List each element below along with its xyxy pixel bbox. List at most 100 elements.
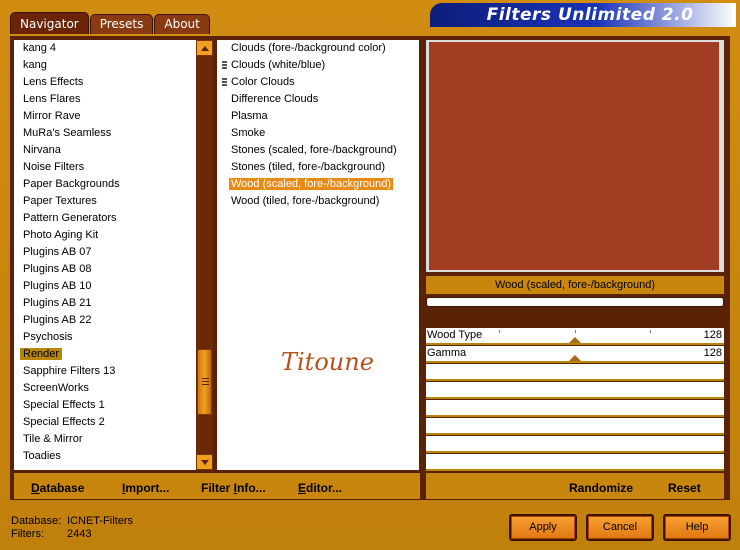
import-label: mport... xyxy=(125,481,170,495)
category-item[interactable]: Paper Backgrounds xyxy=(14,176,196,193)
category-item[interactable]: Mirror Rave xyxy=(14,108,196,125)
category-item[interactable]: Sapphire Filters 13 xyxy=(14,363,196,380)
category-item-label: kang 4 xyxy=(23,42,57,54)
empty-parameter-row xyxy=(426,436,724,453)
tick-mark xyxy=(650,330,651,333)
filter-list[interactable]: Clouds (fore-/background color) Clouds (w… xyxy=(217,40,419,470)
filter-item-label: Clouds (white/blue) xyxy=(231,59,326,71)
category-item-label: Special Effects 1 xyxy=(23,399,105,411)
category-list[interactable]: kang 4 kang Lens Effects Lens Flares Mirror … xyxy=(14,40,196,470)
slider-gamma[interactable]: Gamma 128 xyxy=(426,346,724,363)
category-item-label: kang xyxy=(23,59,47,71)
filter-item-label: Color Clouds xyxy=(231,76,295,88)
category-item-label: Plugins AB 21 xyxy=(23,297,92,309)
empty-parameter-row xyxy=(426,400,724,417)
category-item-label: Sapphire Filters 13 xyxy=(23,365,116,377)
slider-track xyxy=(426,361,724,363)
arrow-up-icon xyxy=(201,46,209,51)
filter-item[interactable]: Stones (tiled, fore-/background) xyxy=(217,159,419,176)
database-label: Database: xyxy=(11,515,62,527)
category-item-label: Psychosis xyxy=(23,331,73,343)
filter-item[interactable]: Difference Clouds xyxy=(217,91,419,108)
category-item[interactable]: Lens Flares xyxy=(14,91,196,108)
parameter-sliders: Wood Type 128 Gamma 128 xyxy=(426,328,724,472)
filter-item[interactable]: Smoke xyxy=(217,125,419,142)
tab-about[interactable]: About xyxy=(154,14,210,34)
progress-bar xyxy=(426,297,724,307)
category-item[interactable]: Nirvana xyxy=(14,142,196,159)
scroll-thumb[interactable] xyxy=(197,349,212,415)
editor-label: ditor... xyxy=(306,481,343,495)
filter-info-button[interactable]: Filter Info... xyxy=(201,481,266,495)
preview-toolbar: Randomize Reset xyxy=(426,473,724,499)
filter-item[interactable]: Wood (tiled, fore-/background) xyxy=(217,193,419,210)
category-item-label: Plugins AB 10 xyxy=(23,280,92,292)
scroll-down-button[interactable] xyxy=(196,454,213,470)
database-button[interactable]: Database xyxy=(31,481,84,495)
category-item[interactable]: kang xyxy=(14,57,196,74)
preview-image xyxy=(429,42,719,270)
slider-value: 128 xyxy=(703,347,722,359)
filter-item[interactable]: Stones (scaled, fore-/background) xyxy=(217,142,419,159)
category-item-label: Paper Backgrounds xyxy=(23,178,120,190)
tab-presets[interactable]: Presets xyxy=(89,14,154,34)
category-item[interactable]: Toadies xyxy=(14,448,196,465)
category-item[interactable]: Pattern Generators xyxy=(14,210,196,227)
cancel-button[interactable]: Cancel xyxy=(586,514,654,541)
filter-item-label: Clouds (fore-/background color) xyxy=(231,42,386,54)
category-item[interactable]: Plugins AB 07 xyxy=(14,244,196,261)
category-item[interactable]: Plugins AB 08 xyxy=(14,261,196,278)
scroll-up-button[interactable] xyxy=(196,40,213,56)
filter-item[interactable]: Clouds (fore-/background color) xyxy=(217,40,419,57)
category-item-label: Photo Aging Kit xyxy=(23,229,99,241)
category-item[interactable]: Paper Textures xyxy=(14,193,196,210)
multi-filter-icon xyxy=(222,78,227,87)
category-item[interactable]: Psychosis xyxy=(14,329,196,346)
category-item[interactable]: Lens Effects xyxy=(14,74,196,91)
grip-icon xyxy=(202,381,209,382)
category-item[interactable]: ScreenWorks xyxy=(14,380,196,397)
category-item[interactable]: Plugins AB 10 xyxy=(14,278,196,295)
tick-mark xyxy=(499,330,500,333)
slider-label: Gamma xyxy=(427,347,467,359)
slider-wood-type[interactable]: Wood Type 128 xyxy=(426,328,724,345)
category-item-label: Lens Effects xyxy=(23,76,84,88)
import-button[interactable]: Import... xyxy=(122,481,169,495)
reset-button[interactable]: Reset xyxy=(668,481,701,495)
window-title: Filters Unlimited 2.0 xyxy=(486,5,694,25)
selected-filter-name: Wood (scaled, fore-/background) xyxy=(426,276,724,294)
grip-icon xyxy=(202,384,209,385)
filter-item-label: Stones (scaled, fore-/background) xyxy=(231,144,397,156)
filter-item[interactable]: Plasma xyxy=(217,108,419,125)
category-item[interactable]: Noise Filters xyxy=(14,159,196,176)
category-item[interactable]: MuRa's Seamless xyxy=(14,125,196,142)
filter-info-label: nfo... xyxy=(237,481,266,495)
tab-bar: Navigator Presets About xyxy=(10,12,211,34)
category-scrollbar[interactable] xyxy=(196,40,213,470)
filter-item[interactable]: Color Clouds xyxy=(217,74,419,91)
category-item[interactable]: kang 4 xyxy=(14,40,196,57)
category-item[interactable]: Plugins AB 22 xyxy=(14,312,196,329)
help-button[interactable]: Help xyxy=(663,514,731,541)
category-item-label: Lens Flares xyxy=(23,93,81,105)
signature-watermark: Titoune xyxy=(281,348,374,376)
category-item[interactable]: Render xyxy=(14,346,196,363)
category-item-label: Plugins AB 08 xyxy=(23,263,92,275)
slider-value: 128 xyxy=(703,329,722,341)
filters-count-value: 2443 xyxy=(67,528,92,540)
filter-item[interactable]: Clouds (white/blue) xyxy=(217,57,419,74)
category-item-label: Pattern Generators xyxy=(23,212,117,224)
editor-button[interactable]: Editor... xyxy=(298,481,342,495)
filter-info-prefix: Filter xyxy=(201,481,234,495)
category-item[interactable]: Plugins AB 21 xyxy=(14,295,196,312)
slider-label: Wood Type xyxy=(427,329,483,341)
category-item[interactable]: Tile & Mirror xyxy=(14,431,196,448)
category-item[interactable]: Special Effects 1 xyxy=(14,397,196,414)
filter-item[interactable]: Wood (scaled, fore-/background) xyxy=(217,176,419,193)
category-item[interactable]: Photo Aging Kit xyxy=(14,227,196,244)
database-label: atabase xyxy=(39,481,85,495)
randomize-button[interactable]: Randomize xyxy=(569,481,633,495)
apply-button[interactable]: Apply xyxy=(509,514,577,541)
tab-navigator[interactable]: Navigator xyxy=(10,12,89,34)
category-item[interactable]: Special Effects 2 xyxy=(14,414,196,431)
